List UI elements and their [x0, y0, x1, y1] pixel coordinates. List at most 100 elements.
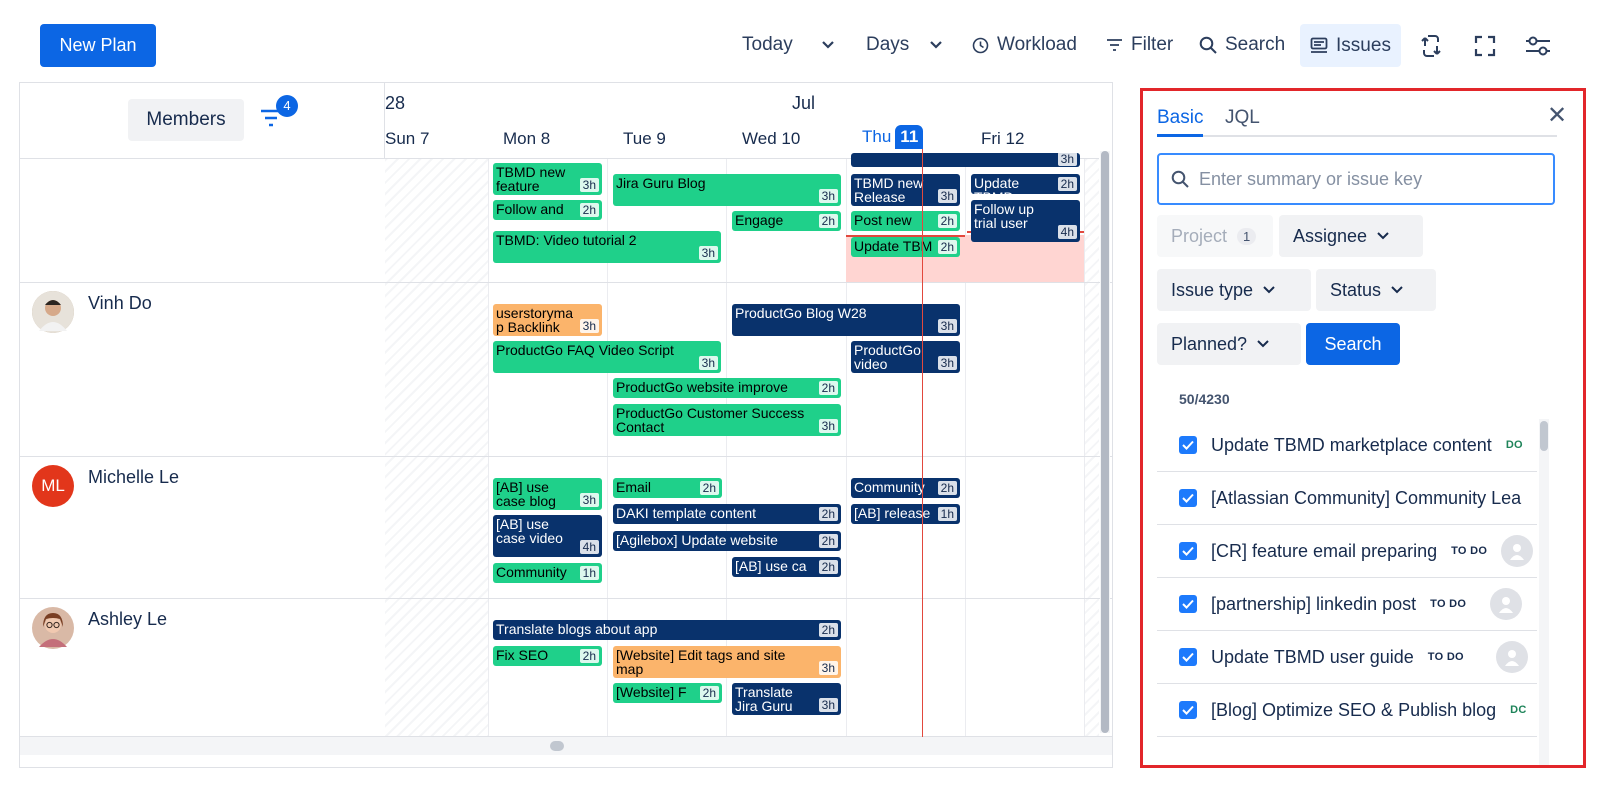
new-plan-button[interactable]: New Plan [40, 24, 156, 67]
members-header: Members 4 [20, 83, 385, 159]
task-bar[interactable]: Jira Guru Blog 3h [613, 174, 841, 206]
tab-basic[interactable]: Basic [1157, 107, 1204, 137]
task-bar[interactable]: ProductGo Blog W28 3h [732, 304, 960, 336]
task-bar[interactable]: 3h [851, 153, 1080, 167]
task-bar[interactable]: [Agilebox] Update website 2h [613, 531, 841, 551]
assignee-filter[interactable]: Assignee [1279, 215, 1423, 257]
search-button[interactable]: Search [1199, 30, 1285, 60]
days-dropdown[interactable]: Days [866, 30, 943, 60]
scrollbar-thumb[interactable] [550, 741, 564, 751]
day-label: Tue 9 [623, 129, 666, 148]
weekend-column [1085, 159, 1099, 737]
task-bar[interactable]: TBMD new feature 3h [493, 163, 602, 195]
task-bar[interactable]: [AB] use case video 4h [493, 515, 602, 557]
task-bar[interactable]: Community 2h [851, 478, 960, 498]
planned-filter[interactable]: Planned? [1157, 323, 1301, 365]
workload-calendar: Members 4 28 Jul Sun 7 Mon 8 Tue 9 Wed 1… [19, 82, 1113, 768]
task-bar[interactable]: Translate blogs about app 2h [493, 620, 841, 640]
today-date-badge: 11 [895, 125, 924, 149]
search-issues-button[interactable]: Search [1306, 323, 1400, 365]
task-bar[interactable]: ProductGo FAQ Video Script 3h [493, 341, 721, 373]
task-bar[interactable]: Follow and 2h [493, 200, 602, 220]
task-bar[interactable]: Translate Jira Guru Blog3h [732, 683, 841, 715]
members-button[interactable]: Members [128, 99, 244, 141]
task-bar[interactable]: Follow up trial user 4h [971, 200, 1080, 242]
day-divider [488, 159, 489, 737]
checkbox[interactable] [1179, 648, 1197, 666]
day-label-today: Thu 11 [862, 125, 924, 149]
checkbox[interactable] [1179, 489, 1197, 507]
task-bar[interactable]: [Website] F 2h [613, 683, 722, 703]
checkbox[interactable] [1179, 701, 1197, 719]
tab-jql[interactable]: JQL [1225, 107, 1260, 137]
status-label: Status [1330, 279, 1382, 300]
task-bar[interactable]: ProductGo Customer Success Contact 3h [613, 404, 841, 436]
search-label: Search [1225, 34, 1286, 55]
task-bar[interactable]: Community 1h [493, 563, 602, 583]
task-bar[interactable]: Email 2h [613, 478, 722, 498]
workload-button[interactable]: Workload [972, 30, 1077, 60]
horizontal-scrollbar[interactable] [20, 737, 1112, 755]
date-header: 28 Jul Sun 7 Mon 8 Tue 9 Wed 10 Thu 11 Fr… [385, 83, 1099, 159]
task-bar[interactable]: [AB] use case blog 3h [493, 478, 602, 510]
issue-type-filter[interactable]: Issue type [1157, 269, 1311, 311]
task-bar[interactable]: Update TBMD2h [971, 174, 1080, 194]
assignee-label: Assignee [1293, 225, 1368, 246]
task-bar[interactable]: userstorymap Backlink 3h [493, 304, 602, 336]
task-bar[interactable]: DAKI template content 2h [613, 504, 841, 524]
task-bar[interactable]: Post new 2h [851, 211, 960, 231]
members-filter-button[interactable]: 4 [256, 95, 300, 135]
list-item[interactable]: Update TBMD marketplace content DO [1157, 419, 1537, 472]
row-divider [20, 456, 1112, 457]
issue-list-scrollbar[interactable] [1539, 419, 1549, 765]
settings-button[interactable] [1524, 32, 1552, 60]
task-bar[interactable]: ProductGo website improve 2h [613, 378, 841, 398]
filter-count-badge: 4 [276, 95, 298, 117]
project-filter[interactable]: Project 1 [1157, 215, 1273, 257]
task-bar[interactable]: Fix SEO 2h [493, 646, 602, 666]
today-dropdown[interactable]: Today [742, 30, 835, 60]
today-day-name: Thu [862, 127, 892, 146]
fullscreen-button[interactable] [1471, 32, 1499, 60]
issue-title: [partnership] linkedin post [1211, 593, 1417, 614]
checkbox[interactable] [1179, 595, 1197, 613]
task-bar[interactable]: Update TBM 2h [851, 237, 960, 257]
person-photo-icon [32, 291, 74, 333]
task-bar[interactable]: [AB] use ca 2h [732, 557, 841, 577]
month-label: 28 [385, 93, 406, 113]
filter-button[interactable]: Filter [1106, 30, 1173, 60]
status-badge: DC [1510, 704, 1527, 716]
chevron-down-icon [1377, 232, 1389, 240]
task-bar[interactable]: Engage 2h [732, 211, 841, 231]
task-bar[interactable]: ProductGo video making3h [851, 341, 960, 373]
issues-panel: Basic JQL ✕ Project 1 Assignee Issue typ… [1140, 88, 1586, 768]
checkbox[interactable] [1179, 436, 1197, 454]
issue-title: [Blog] Optimize SEO & Publish blog [1211, 699, 1497, 720]
task-bar[interactable]: [AB] release 1h [851, 504, 960, 524]
list-item[interactable]: [Blog] Optimize SEO & Publish blog DC [1157, 684, 1537, 737]
chevron-down-icon [1391, 286, 1403, 294]
day-label: Fri 12 [981, 129, 1025, 148]
unassigned-avatar-icon [1501, 535, 1534, 567]
close-icon[interactable]: ✕ [1547, 101, 1567, 130]
list-item[interactable]: Update TBMD user guide TO DO [1157, 631, 1537, 684]
task-bar[interactable]: TBMD: Video tutorial 2 3h [493, 231, 721, 263]
task-bar[interactable]: [Website] Edit tags and site map 3h [613, 646, 841, 678]
issue-search-field[interactable] [1157, 153, 1555, 205]
checkbox[interactable] [1179, 542, 1197, 560]
calendar-grid: 3h TBMD new feature 3h Jira Guru Blog 3h T… [20, 149, 1112, 767]
list-item[interactable]: [Atlassian Community] Community Lea [1157, 472, 1537, 525]
refresh-button[interactable] [1417, 32, 1445, 60]
day-divider [1084, 159, 1085, 737]
scrollbar-thumb[interactable] [1101, 151, 1109, 733]
check-icon [1182, 652, 1194, 662]
task-bar[interactable]: TBMD new Release 3h [851, 174, 960, 206]
fullscreen-icon [1474, 35, 1496, 57]
issue-search-input[interactable] [1199, 168, 1539, 190]
vertical-scrollbar[interactable] [1100, 151, 1110, 733]
list-item[interactable]: [partnership] linkedin post TO DO [1157, 578, 1537, 631]
issues-button[interactable]: Issues [1300, 24, 1401, 67]
status-filter[interactable]: Status [1316, 269, 1436, 311]
scrollbar-thumb[interactable] [1540, 421, 1548, 451]
list-item[interactable]: [CR] feature email preparing TO DO [1157, 525, 1537, 578]
